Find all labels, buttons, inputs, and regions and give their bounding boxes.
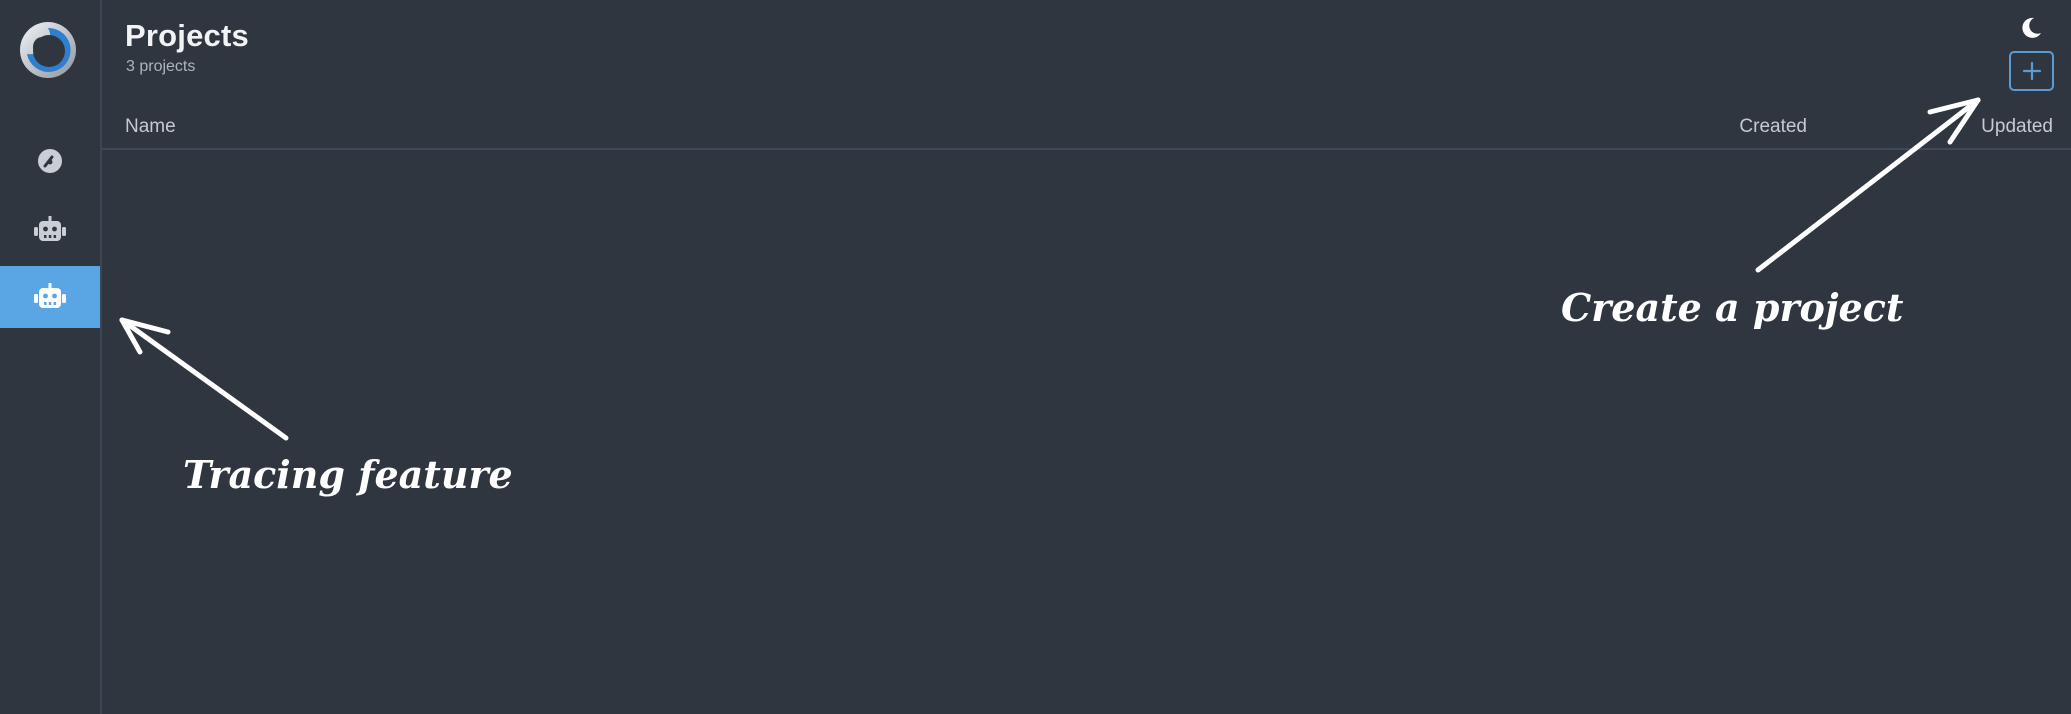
robot-icon xyxy=(34,283,66,308)
column-header-name[interactable]: Name xyxy=(125,116,176,138)
gauge-icon xyxy=(38,149,62,173)
project-count: 3 projects xyxy=(126,58,196,75)
sidebar-item-robot[interactable] xyxy=(0,199,100,261)
table-header: Name Created Updated xyxy=(102,112,2071,150)
plus-icon xyxy=(2022,61,2041,81)
app-window: Projects 3 projects Name Created Updated xyxy=(0,0,2071,714)
main-content: Projects 3 projects Name Created Updated xyxy=(102,0,2071,714)
annotation-tracing-feature: Tracing feature xyxy=(183,452,513,497)
column-header-updated[interactable]: Updated xyxy=(1981,116,2053,138)
moon-icon xyxy=(2022,17,2041,38)
app-logo[interactable] xyxy=(18,20,78,80)
annotation-create-project: Create a project xyxy=(1561,285,1904,330)
logo-icon xyxy=(20,22,76,78)
sidebar-item-tracing[interactable] xyxy=(0,266,100,328)
sidebar-item-dashboard[interactable] xyxy=(0,130,100,192)
theme-toggle[interactable] xyxy=(2019,16,2043,40)
column-header-created[interactable]: Created xyxy=(1739,116,1807,138)
add-project-button[interactable] xyxy=(2009,51,2054,91)
robot-icon xyxy=(34,216,66,241)
page-title: Projects xyxy=(125,18,249,53)
sidebar xyxy=(0,0,102,714)
